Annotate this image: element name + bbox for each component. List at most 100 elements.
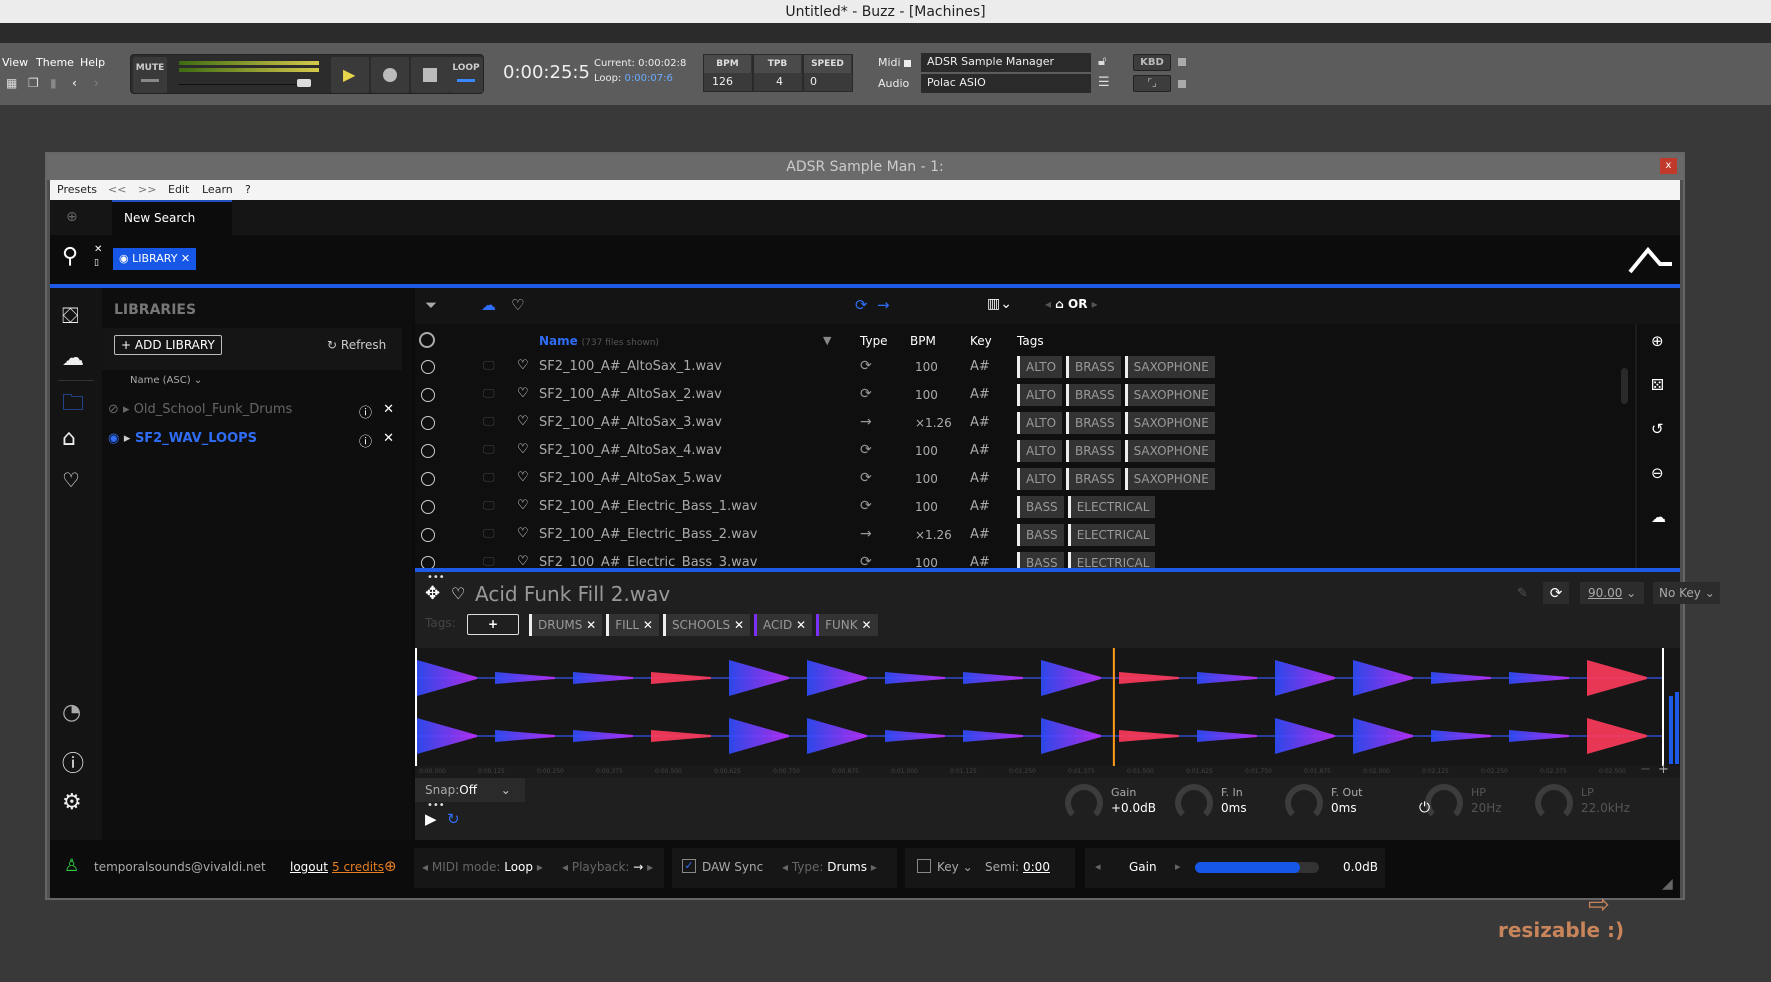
sort-dropdown[interactable]: Name (ASC) ⌄ — [130, 375, 202, 386]
cloud-user-icon[interactable]: ☁ — [62, 346, 84, 371]
type-selector[interactable]: ◂ Type: Drums ▸ — [782, 860, 877, 874]
loop-button[interactable]: LOOP — [449, 57, 483, 93]
menu-theme[interactable]: Theme — [36, 56, 74, 69]
tag-chip[interactable]: BASS — [1017, 552, 1064, 568]
gauge-icon[interactable]: ◔ — [62, 700, 81, 725]
menu-view[interactable]: View — [2, 56, 28, 69]
stop-button[interactable] — [411, 57, 449, 93]
clear-search-icon[interactable]: ✕ — [94, 244, 102, 255]
search-icon[interactable]: ⚲ — [62, 244, 78, 269]
tab-new-search[interactable]: New Search — [112, 200, 232, 235]
row-favorite-icon[interactable]: ♡ — [517, 526, 529, 541]
kbd-indicator[interactable] — [1178, 58, 1186, 66]
sort-direction-icon[interactable]: ▼ — [823, 334, 831, 347]
table-row[interactable]: 🖵︎ ♡ SF2_100_A#_AltoSax_4.wav ⟳ 100 A# A… — [415, 438, 1515, 466]
cloud-sync-icon[interactable]: ☁ — [1651, 508, 1666, 526]
add-library-button[interactable]: + ADD LIBRARY — [114, 335, 222, 355]
tag-chip[interactable]: BASS — [1017, 524, 1064, 546]
new-tab-icon[interactable]: ⊕ — [66, 209, 78, 225]
tag-chip[interactable]: ALTO — [1017, 468, 1063, 490]
favorite-icon[interactable]: ♡ — [451, 584, 465, 603]
row-select-checkbox[interactable] — [421, 444, 435, 458]
tag-chip[interactable]: BASS — [1017, 496, 1064, 518]
remove-tag-icon[interactable]: ✕ — [861, 618, 871, 632]
tag-chip[interactable]: ALTO — [1017, 384, 1063, 406]
snap-dropdown[interactable]: Snap:Off ⌄ — [415, 778, 525, 802]
row-select-checkbox[interactable] — [421, 500, 435, 514]
timeline-ruler[interactable]: 0:00.000 0:00.125 0:00.250 0:00.375 0:00.500… — [415, 766, 1680, 778]
credits-link[interactable]: 5 credits — [332, 860, 384, 874]
table-row[interactable]: 🖵︎ ♡ SF2_100_A#_AltoSax_3.wav → ×1.26 A#… — [415, 410, 1515, 438]
table-row[interactable]: 🖵︎ ♡ SF2_100_A#_Electric_Bass_2.wav → ×1… — [415, 522, 1515, 550]
logout-link[interactable]: logout — [290, 860, 328, 874]
type-column-header[interactable]: Type — [860, 334, 888, 348]
filter-power-icon[interactable]: ⏻ — [1419, 800, 1430, 816]
basket-icon[interactable]: ⛋ — [62, 304, 79, 329]
tag-chip[interactable]: ALTO — [1017, 412, 1063, 434]
menu-next-preset[interactable]: >> — [138, 183, 156, 196]
tpb-box[interactable]: TPB 4 — [753, 54, 803, 92]
midi-mode-selector[interactable]: ◂ MIDI mode: Loop ▸ — [422, 860, 543, 874]
remove-chip-icon[interactable]: ✕ — [181, 252, 190, 265]
tag-chip[interactable]: SAXOPHONE — [1124, 384, 1215, 406]
speed-value[interactable]: 0 — [804, 73, 852, 90]
tag-chip[interactable]: ELECTRICAL — [1067, 496, 1156, 518]
eye-off-icon[interactable]: ⊘ — [108, 402, 119, 417]
tag-chip[interactable]: ALTO — [1017, 440, 1063, 462]
preview-tag-chip[interactable]: SCHOOLS ✕ — [662, 614, 751, 636]
volume-slider-thumb[interactable] — [297, 79, 311, 87]
tag-icon[interactable]: ⌂ — [62, 426, 76, 451]
edit-icon[interactable]: ✎ — [1517, 586, 1528, 601]
bpm-column-header[interactable]: BPM — [910, 334, 936, 348]
key-checkbox[interactable] — [917, 859, 931, 873]
menu-edit[interactable]: Edit — [168, 183, 189, 196]
back-icon[interactable]: ‹ — [72, 76, 86, 90]
preview-tag-chip[interactable]: FUNK ✕ — [816, 614, 878, 636]
name-column-header[interactable]: Name (737 files shown) — [539, 334, 659, 348]
volume-slider-track[interactable] — [179, 84, 307, 85]
speed-box[interactable]: SPEED 0 — [803, 54, 853, 92]
help-icon[interactable]: ⓘ — [62, 746, 84, 778]
tpb-value[interactable]: 4 — [754, 73, 802, 90]
tag-mode-toggle[interactable]: ◂ ⌂ OR ▸ — [1045, 297, 1098, 311]
gain-next-icon[interactable]: ▸ — [1175, 860, 1181, 873]
remove-circle-icon[interactable]: ⊖ — [1651, 464, 1664, 482]
info-icon[interactable]: ⓘ — [359, 431, 372, 450]
close-button[interactable]: x — [1660, 158, 1677, 174]
mute-button[interactable]: MUTE — [133, 57, 167, 93]
zoom-out-icon[interactable]: − — [1640, 762, 1651, 777]
audio-device-select[interactable]: Polac ASIO — [921, 74, 1091, 93]
tag-chip[interactable]: ELECTRICAL — [1067, 552, 1156, 568]
key-column-header[interactable]: Key — [970, 334, 992, 348]
preview-tag-chip[interactable]: DRUMS ✕ — [529, 614, 603, 636]
tag-chip[interactable]: BRASS — [1066, 468, 1121, 490]
menu-help[interactable]: Help — [80, 56, 105, 69]
key-dropdown[interactable]: Key ⌄ — [937, 860, 973, 874]
row-favorite-icon[interactable]: ♡ — [517, 470, 529, 485]
row-select-checkbox[interactable] — [421, 556, 435, 568]
tag-chip[interactable]: SAXOPHONE — [1124, 468, 1215, 490]
bpm-dropdown[interactable]: 90.00 ⌄ — [1580, 582, 1644, 604]
row-select-checkbox[interactable] — [421, 360, 435, 374]
bpm-box[interactable]: BPM 126 — [703, 54, 753, 92]
new-file-icon[interactable]: ▦ — [6, 76, 20, 90]
row-favorite-icon[interactable]: ♡ — [517, 442, 529, 457]
menu-prev-preset[interactable]: << — [108, 183, 126, 196]
tag-chip[interactable]: ELECTRICAL — [1067, 524, 1156, 546]
menu-learn[interactable]: Learn — [202, 183, 233, 196]
lock-icon[interactable]: 🔓︎ — [1098, 54, 1106, 69]
library-filter-chip[interactable]: ◉ LIBRARY ✕ — [113, 248, 197, 270]
remove-tag-icon[interactable]: ✕ — [643, 618, 653, 632]
select-all-checkbox[interactable] — [419, 332, 435, 348]
table-row[interactable]: 🖵︎ ♡ SF2_100_A#_AltoSax_1.wav ⟳ 100 A# A… — [415, 354, 1515, 382]
table-row[interactable]: 🖵︎ ♡ SF2_100_A#_AltoSax_5.wav ⟳ 100 A# A… — [415, 466, 1515, 494]
preview-tag-chip[interactable]: FILL ✕ — [606, 614, 659, 636]
row-select-checkbox[interactable] — [421, 416, 435, 430]
results-scrollbar[interactable] — [1621, 368, 1628, 404]
remove-tag-icon[interactable]: ✕ — [734, 618, 744, 632]
random-dice-icon[interactable]: ⚄ — [1651, 376, 1664, 394]
favorite-filter-icon[interactable]: ♡ — [511, 296, 524, 314]
favorites-list-icon[interactable]: ♡ — [62, 468, 80, 492]
knob-dial[interactable] — [1065, 784, 1103, 822]
add-circle-icon[interactable]: ⊕ — [1651, 332, 1664, 350]
